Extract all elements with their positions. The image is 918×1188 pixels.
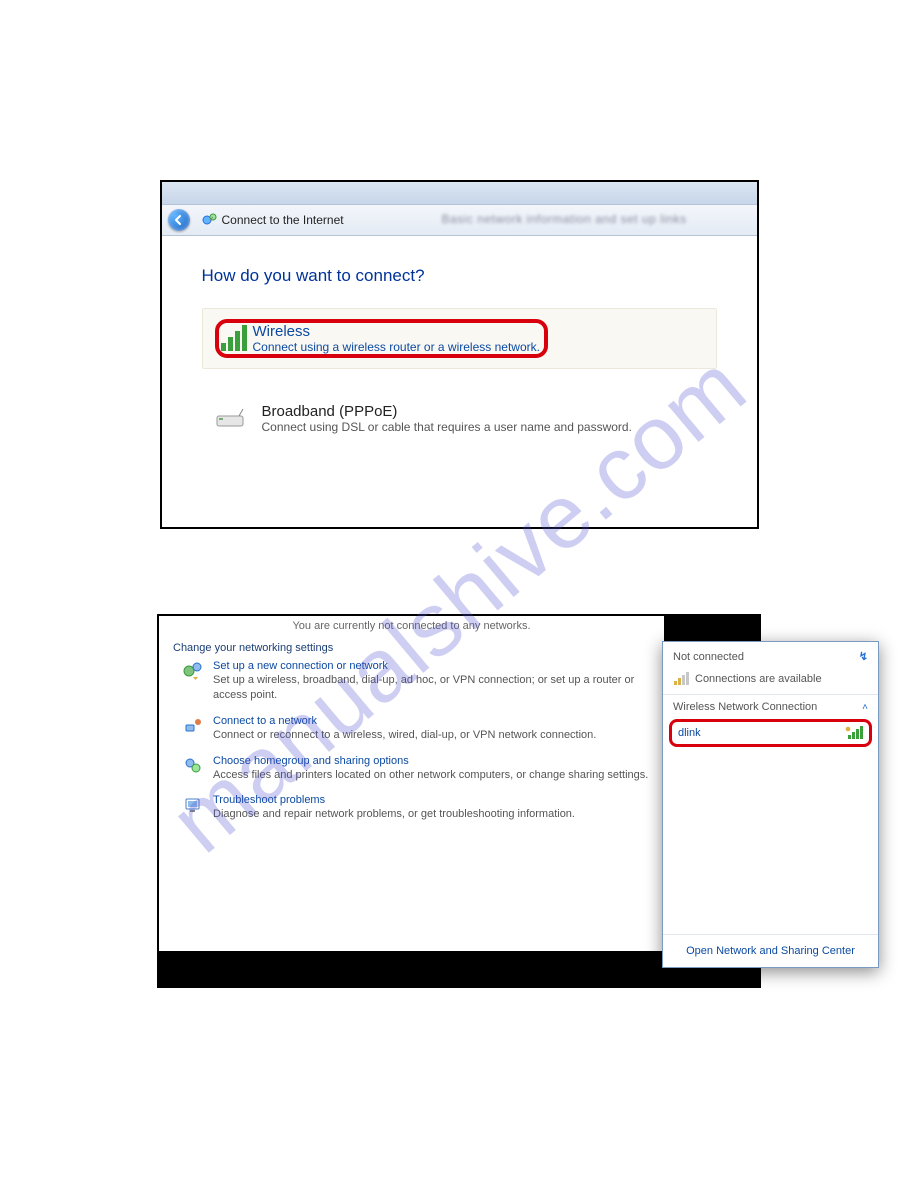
task-desc: Connect or reconnect to a wireless, wire… — [213, 728, 596, 743]
network-sharing-center-window: You are currently not connected to any n… — [159, 616, 664, 951]
option-wireless-title: Wireless — [253, 323, 540, 340]
flyout-availability-row: Connections are available — [663, 669, 878, 695]
option-wireless-sub: Connect using a wireless router or a wir… — [253, 340, 540, 354]
task-link: Connect to a network — [213, 715, 596, 727]
task-homegroup[interactable]: Choose homegroup and sharing options Acc… — [183, 755, 664, 783]
window-title: Connect to the Internet — [222, 213, 344, 227]
task-setup-connection[interactable]: Set up a new connection or network Set u… — [183, 660, 664, 703]
signal-strength-icon — [845, 726, 863, 740]
option-wireless[interactable]: Wireless Connect using a wireless router… — [253, 323, 540, 354]
wizard-body: How do you want to connect? Wireless Con — [162, 236, 757, 438]
document-page: manualshive.com Connect to the Internet … — [0, 0, 918, 1188]
task-desc: Set up a wireless, broadband, dial-up, a… — [213, 673, 664, 703]
option-wireless-row: Wireless Connect using a wireless router… — [202, 308, 717, 369]
section-heading: Change your networking settings — [173, 642, 664, 654]
flyout-spacer — [663, 749, 878, 934]
refresh-icon[interactable]: ↯ — [859, 650, 868, 663]
chevron-up-icon: ˄ — [862, 702, 868, 713]
network-flyout: Not connected ↯ Connections are availabl… — [662, 641, 879, 968]
option-broadband-row[interactable]: Broadband (PPPoE) Connect using DSL or c… — [202, 399, 717, 438]
flyout-section-header[interactable]: Wireless Network Connection ˄ — [663, 695, 878, 717]
modem-icon — [214, 404, 248, 434]
background-window-text: Basic network information and set up lin… — [442, 212, 687, 226]
network-entry-dlink[interactable]: dlink — [669, 719, 872, 747]
option-broadband-title: Broadband (PPPoE) — [262, 403, 632, 420]
wireless-section-label: Wireless Network Connection — [673, 701, 817, 713]
back-button[interactable] — [168, 209, 190, 231]
flyout-header: Not connected ↯ — [663, 642, 878, 669]
option-broadband: Broadband (PPPoE) Connect using DSL or c… — [262, 403, 632, 434]
screenshot-connect-to-internet: Connect to the Internet Basic network in… — [160, 180, 759, 529]
flyout-footer-link[interactable]: Open Network and Sharing Center — [663, 934, 878, 967]
task-link: Set up a new connection or network — [213, 660, 664, 672]
task-troubleshoot[interactable]: Troubleshoot problems Diagnose and repai… — [183, 794, 664, 822]
network-name: dlink — [678, 727, 701, 739]
highlight-frame-wireless: Wireless Connect using a wireless router… — [215, 319, 548, 358]
connect-network-icon — [183, 716, 203, 736]
window-titlebar — [162, 182, 757, 205]
arrow-left-icon — [173, 214, 185, 226]
window-toolbar: Connect to the Internet Basic network in… — [162, 205, 757, 236]
task-desc: Diagnose and repair network problems, or… — [213, 807, 575, 822]
wireless-bars-icon — [219, 323, 253, 353]
setup-connection-icon — [183, 661, 203, 681]
task-connect-network[interactable]: Connect to a network Connect or reconnec… — [183, 715, 664, 743]
task-link: Choose homegroup and sharing options — [213, 755, 648, 767]
screenshot-network-center: You are currently not connected to any n… — [157, 614, 761, 988]
wizard-heading: How do you want to connect? — [202, 266, 717, 286]
troubleshoot-icon — [183, 795, 203, 815]
wizard-icon — [202, 212, 218, 228]
connections-available-label: Connections are available — [695, 673, 822, 685]
homegroup-icon — [183, 756, 203, 776]
signal-bars-icon — [673, 672, 689, 686]
option-broadband-sub: Connect using DSL or cable that requires… — [262, 420, 632, 434]
task-desc: Access files and printers located on oth… — [213, 768, 648, 783]
not-connected-label: Not connected — [673, 651, 744, 663]
connection-status-text: You are currently not connected to any n… — [159, 616, 664, 632]
task-link: Troubleshoot problems — [213, 794, 575, 806]
